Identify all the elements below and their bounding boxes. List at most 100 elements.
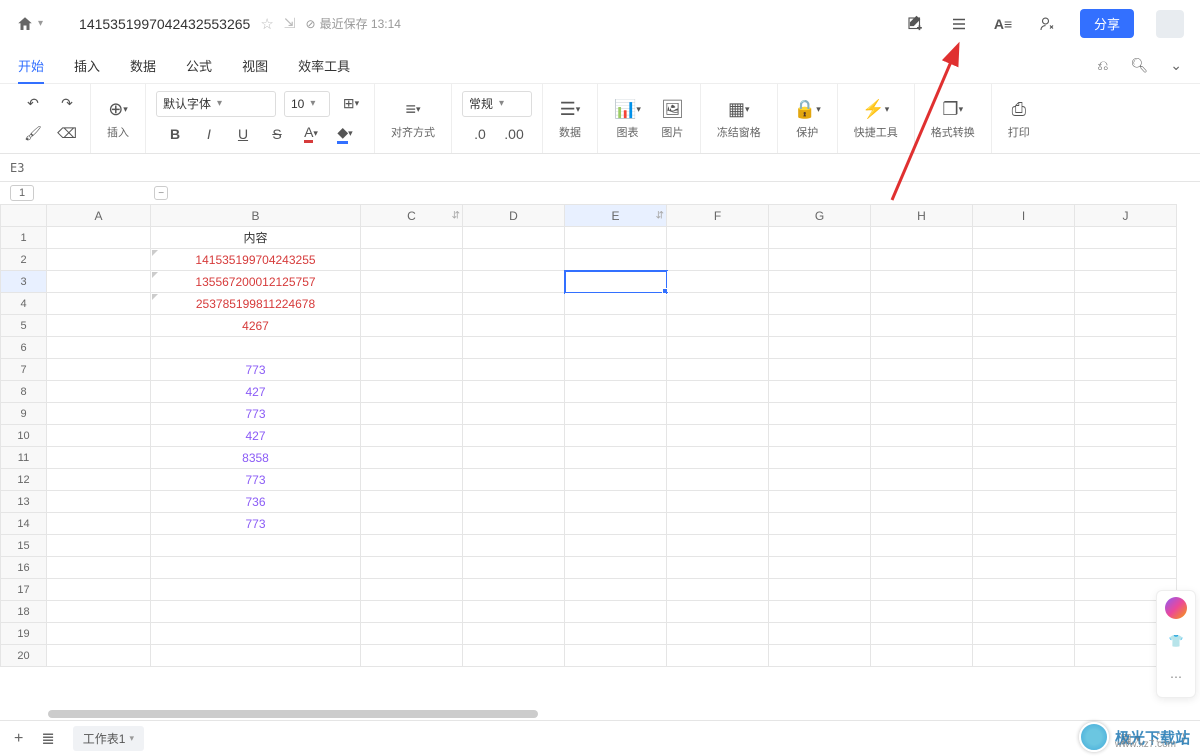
cell-C16[interactable] bbox=[361, 557, 463, 579]
cell-A19[interactable] bbox=[47, 623, 151, 645]
cell-F17[interactable] bbox=[667, 579, 769, 601]
cell-D9[interactable] bbox=[463, 403, 565, 425]
cell-B4[interactable]: 253785199811224678 bbox=[151, 293, 361, 315]
cell-I19[interactable] bbox=[973, 623, 1075, 645]
col-header-J[interactable]: J bbox=[1075, 205, 1177, 227]
cell-H2[interactable] bbox=[871, 249, 973, 271]
cell-H6[interactable] bbox=[871, 337, 973, 359]
share-button[interactable]: 分享 bbox=[1080, 9, 1134, 38]
col-header-C[interactable]: C⇵ bbox=[361, 205, 463, 227]
cell-J11[interactable] bbox=[1075, 447, 1177, 469]
cell-D12[interactable] bbox=[463, 469, 565, 491]
cell-H19[interactable] bbox=[871, 623, 973, 645]
col-header-B[interactable]: B bbox=[151, 205, 361, 227]
cell-C11[interactable] bbox=[361, 447, 463, 469]
protect-button[interactable]: 🔒▾ 保护 bbox=[788, 94, 827, 144]
add-sheet-icon[interactable]: + bbox=[14, 730, 23, 748]
cell-E8[interactable] bbox=[565, 381, 667, 403]
cell-G19[interactable] bbox=[769, 623, 871, 645]
cell-I1[interactable] bbox=[973, 227, 1075, 249]
cell-E5[interactable] bbox=[565, 315, 667, 337]
cell-H1[interactable] bbox=[871, 227, 973, 249]
cell-H20[interactable] bbox=[871, 645, 973, 667]
cell-D3[interactable] bbox=[463, 271, 565, 293]
row-header-11[interactable]: 11 bbox=[1, 447, 47, 469]
cell-C14[interactable] bbox=[361, 513, 463, 535]
cell-I12[interactable] bbox=[973, 469, 1075, 491]
chart-button[interactable]: 📊▾ 图表 bbox=[608, 94, 647, 144]
cell-C1[interactable] bbox=[361, 227, 463, 249]
cell-F10[interactable] bbox=[667, 425, 769, 447]
underline-icon[interactable]: U bbox=[230, 121, 256, 147]
col-header-A[interactable]: A bbox=[47, 205, 151, 227]
cell-C4[interactable] bbox=[361, 293, 463, 315]
cell-I5[interactable] bbox=[973, 315, 1075, 337]
cell-C9[interactable] bbox=[361, 403, 463, 425]
cell-B19[interactable] bbox=[151, 623, 361, 645]
cell-J10[interactable] bbox=[1075, 425, 1177, 447]
cell-H3[interactable] bbox=[871, 271, 973, 293]
cell-E14[interactable] bbox=[565, 513, 667, 535]
menu-icon[interactable] bbox=[948, 13, 970, 35]
cell-J3[interactable] bbox=[1075, 271, 1177, 293]
cell-D10[interactable] bbox=[463, 425, 565, 447]
cell-J8[interactable] bbox=[1075, 381, 1177, 403]
cell-C19[interactable] bbox=[361, 623, 463, 645]
cell-C5[interactable] bbox=[361, 315, 463, 337]
home-button[interactable]: ▾ bbox=[16, 15, 43, 33]
cell-E12[interactable] bbox=[565, 469, 667, 491]
cell-G14[interactable] bbox=[769, 513, 871, 535]
cell-E1[interactable] bbox=[565, 227, 667, 249]
sheet-tab[interactable]: 工作表1 ▾ bbox=[73, 726, 144, 751]
cell-A7[interactable] bbox=[47, 359, 151, 381]
cell-J15[interactable] bbox=[1075, 535, 1177, 557]
tab-data[interactable]: 数据 bbox=[130, 48, 156, 83]
cell-E13[interactable] bbox=[565, 491, 667, 513]
cell-F20[interactable] bbox=[667, 645, 769, 667]
cell-G11[interactable] bbox=[769, 447, 871, 469]
export-icon[interactable]: ⇲ bbox=[284, 15, 296, 32]
cell-D20[interactable] bbox=[463, 645, 565, 667]
cell-I6[interactable] bbox=[973, 337, 1075, 359]
cell-D18[interactable] bbox=[463, 601, 565, 623]
cell-A13[interactable] bbox=[47, 491, 151, 513]
cell-D19[interactable] bbox=[463, 623, 565, 645]
row-header-7[interactable]: 7 bbox=[1, 359, 47, 381]
cell-D11[interactable] bbox=[463, 447, 565, 469]
search-icon[interactable]: 🔍︎ bbox=[1130, 57, 1148, 74]
cell-I16[interactable] bbox=[973, 557, 1075, 579]
clear-format-icon[interactable]: ⌫ bbox=[54, 121, 80, 147]
cell-I14[interactable] bbox=[973, 513, 1075, 535]
cell-B20[interactable] bbox=[151, 645, 361, 667]
history-icon[interactable]: ⎌ bbox=[1097, 57, 1108, 74]
row-header-13[interactable]: 13 bbox=[1, 491, 47, 513]
row-header-1[interactable]: 1 bbox=[1, 227, 47, 249]
cell-F7[interactable] bbox=[667, 359, 769, 381]
increase-decimal-icon[interactable]: .00 bbox=[501, 121, 527, 147]
cell-A5[interactable] bbox=[47, 315, 151, 337]
cell-E17[interactable] bbox=[565, 579, 667, 601]
cell-D16[interactable] bbox=[463, 557, 565, 579]
cell-D15[interactable] bbox=[463, 535, 565, 557]
cell-G1[interactable] bbox=[769, 227, 871, 249]
row-header-4[interactable]: 4 bbox=[1, 293, 47, 315]
cell-B9[interactable]: 773 bbox=[151, 403, 361, 425]
cell-H4[interactable] bbox=[871, 293, 973, 315]
cell-E7[interactable] bbox=[565, 359, 667, 381]
cell-E6[interactable] bbox=[565, 337, 667, 359]
edit-icon[interactable]: + bbox=[904, 13, 926, 35]
cell-D13[interactable] bbox=[463, 491, 565, 513]
cell-I18[interactable] bbox=[973, 601, 1075, 623]
cell-B18[interactable] bbox=[151, 601, 361, 623]
cell-A3[interactable] bbox=[47, 271, 151, 293]
tab-formula[interactable]: 公式 bbox=[186, 48, 212, 83]
spreadsheet-grid[interactable]: ABC⇵DE⇵FGHIJ1内容2141535199704243255313556… bbox=[0, 204, 1177, 667]
col-header-G[interactable]: G bbox=[769, 205, 871, 227]
row-header-19[interactable]: 19 bbox=[1, 623, 47, 645]
cell-A9[interactable] bbox=[47, 403, 151, 425]
ai-assistant-icon[interactable] bbox=[1165, 597, 1187, 619]
strike-icon[interactable]: S bbox=[264, 121, 290, 147]
cell-J6[interactable] bbox=[1075, 337, 1177, 359]
image-button[interactable]: 🖼 图片 bbox=[655, 94, 690, 144]
cell-H5[interactable] bbox=[871, 315, 973, 337]
